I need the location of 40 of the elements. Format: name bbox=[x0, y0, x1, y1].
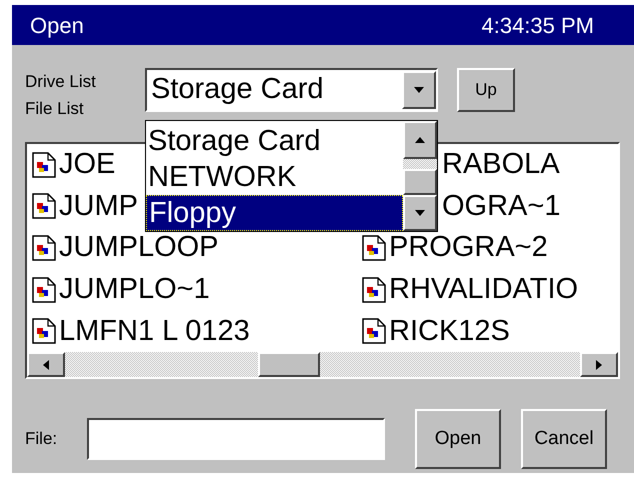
horizontal-scrollbar[interactable] bbox=[27, 352, 618, 377]
drive-combobox[interactable]: Storage Card bbox=[145, 68, 438, 112]
file-name[interactable]: LMFN1 L 0123 bbox=[59, 316, 250, 346]
window-title: Open bbox=[30, 12, 84, 40]
document-icon bbox=[32, 234, 56, 261]
file-name[interactable]: JUMP bbox=[59, 192, 138, 221]
scroll-thumb[interactable] bbox=[258, 352, 320, 377]
up-button[interactable]: Up bbox=[457, 68, 515, 112]
document-icon bbox=[32, 152, 56, 178]
dropdown-option[interactable]: Floppy bbox=[146, 195, 403, 231]
file-name[interactable]: JOE bbox=[59, 150, 116, 180]
vertical-scrollbar[interactable] bbox=[403, 121, 437, 231]
dropdown-option[interactable]: Storage Card bbox=[146, 123, 403, 159]
document-icon bbox=[32, 276, 56, 303]
scroll-left-button[interactable] bbox=[27, 352, 65, 377]
scroll-up-button[interactable] bbox=[403, 121, 437, 159]
file-name-field[interactable] bbox=[87, 418, 385, 460]
drive-list-label: Drive List bbox=[25, 72, 97, 92]
open-button[interactable]: Open bbox=[415, 409, 501, 469]
document-icon bbox=[362, 234, 386, 261]
file-name[interactable]: RICK12S bbox=[389, 316, 510, 346]
file-name[interactable]: JUMPLOOP bbox=[59, 233, 219, 262]
document-icon bbox=[32, 193, 56, 220]
dropdown-option[interactable]: NETWORK bbox=[146, 159, 403, 195]
cancel-button[interactable]: Cancel bbox=[521, 409, 607, 469]
file-name[interactable]: PROGRA~2 bbox=[389, 233, 548, 262]
file-name[interactable]: RABOLA bbox=[442, 150, 560, 180]
file-list-label: File List bbox=[25, 99, 85, 119]
file-name[interactable]: RHVALIDATIO bbox=[389, 275, 578, 304]
scroll-right-button[interactable] bbox=[580, 352, 618, 377]
file-label: File: bbox=[25, 428, 58, 450]
clock-time: 4:34:35 PM bbox=[481, 12, 594, 40]
document-icon bbox=[32, 318, 56, 344]
file-name[interactable]: JUMPLO~1 bbox=[59, 275, 210, 304]
file-name[interactable]: OGRA~1 bbox=[442, 192, 560, 221]
document-icon bbox=[362, 318, 386, 344]
scroll-thumb[interactable] bbox=[403, 169, 437, 195]
scroll-down-button[interactable] bbox=[403, 195, 437, 231]
dropdown-arrow-button[interactable] bbox=[402, 71, 436, 109]
document-icon bbox=[362, 276, 386, 303]
